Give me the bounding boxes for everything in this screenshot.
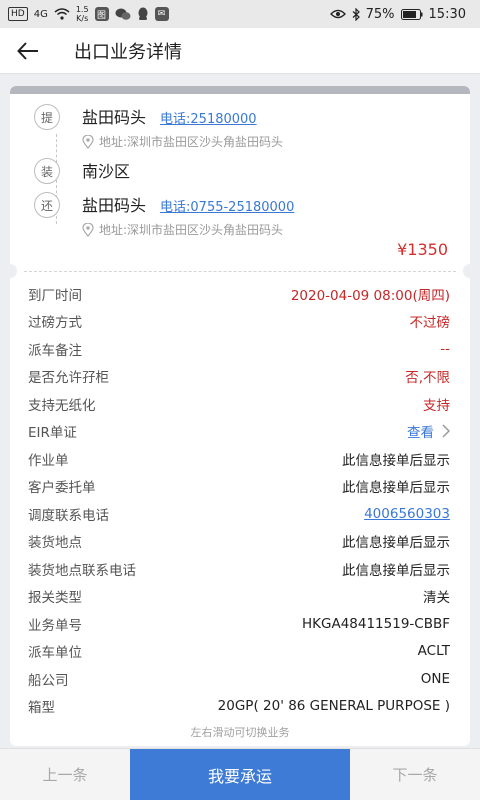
prev-order-button[interactable]: 上一条 [0, 749, 130, 800]
wechat-icon [115, 8, 131, 20]
route-section: 提 盐田码头 电话:25180000 地址:深圳市盐田区沙头角盐田码头 装 南沙… [10, 94, 470, 264]
detail-value: 20GP( 20' 86 GENERAL PURPOSE ) [217, 698, 450, 715]
detail-value[interactable]: 4006560303 [364, 506, 450, 522]
detail-label: 装货地点 [28, 535, 82, 552]
detail-label: 派车备注 [28, 342, 82, 359]
return-address: 地址:深圳市盐田区沙头角盐田码头 [99, 223, 284, 237]
pickup-phone-link[interactable]: 电话:25180000 [160, 108, 257, 127]
detail-label: 箱型 [28, 700, 55, 717]
detail-row: 报关类型 清关 [28, 583, 450, 611]
detail-label: 业务单号 [28, 617, 82, 634]
app-notification-icon: 图 [94, 7, 109, 21]
detail-list: 到厂时间 2020-04-09 08:00(周四) 过磅方式 不过磅派车备注 -- 是否允… [10, 280, 470, 720]
detail-label: 到厂时间 [28, 287, 82, 304]
qq-icon [138, 7, 148, 20]
title-bar: 出口业务详情 [0, 28, 480, 74]
chevron-right-icon [442, 424, 450, 438]
detail-row: 到厂时间 2020-04-09 08:00(周四) [28, 280, 450, 308]
detail-value: 此信息接单后显示 [342, 562, 450, 579]
return-stop: 还 盐田码头 电话:0755-25180000 地址:深圳市盐田区沙头角盐田码头 [34, 192, 294, 238]
battery-percent: 75% [365, 6, 395, 22]
detail-row: 作业单 此信息接单后显示 [28, 445, 450, 473]
detail-row[interactable]: 调度联系电话 4006560303 [28, 500, 450, 528]
load-stop: 装 南沙区 [34, 158, 130, 184]
detail-label: 装货地点联系电话 [28, 562, 136, 579]
detail-value: 此信息接单后显示 [342, 452, 450, 469]
wifi-icon [54, 8, 70, 20]
detail-value: -- [440, 340, 450, 357]
detail-row: 船公司 ONE [28, 665, 450, 693]
card-stack-edge [10, 86, 470, 94]
return-badge: 还 [34, 192, 60, 218]
bottom-action-bar: 上一条 我要承运 下一条 [0, 748, 480, 800]
card-divider [10, 264, 470, 280]
detail-row: 派车备注 -- [28, 335, 450, 363]
detail-row: 过磅方式 不过磅 [28, 308, 450, 336]
detail-row: 装货地点 此信息接单后显示 [28, 528, 450, 556]
battery-icon [400, 8, 423, 20]
load-name: 南沙区 [82, 162, 131, 181]
detail-row: 是否允许孖柜 否,不限 [28, 363, 450, 391]
detail-value: 查看 [407, 425, 434, 442]
swipe-hint: 左右滑动可切换业务 [190, 726, 290, 739]
network-indicator: 4G [33, 8, 48, 20]
back-arrow-icon [17, 41, 38, 60]
detail-value: 此信息接单后显示 [342, 480, 450, 497]
detail-value: HKGA48411519-CBBF [302, 615, 450, 632]
detail-label: 客户委托单 [28, 480, 96, 497]
eye-icon [329, 9, 346, 19]
detail-row: 装货地点联系电话 此信息接单后显示 [28, 555, 450, 583]
detail-label: 是否允许孖柜 [28, 370, 109, 387]
accept-order-button[interactable]: 我要承运 [130, 749, 350, 800]
next-order-button[interactable]: 下一条 [350, 749, 480, 800]
pickup-name: 盐田码头 [82, 108, 147, 127]
detail-value: 否,不限 [405, 370, 450, 387]
order-card[interactable]: 提 盐田码头 电话:25180000 地址:深圳市盐田区沙头角盐田码头 装 南沙… [10, 86, 470, 746]
detail-label: 报关类型 [28, 590, 82, 607]
pickup-stop: 提 盐田码头 电话:25180000 地址:深圳市盐田区沙头角盐田码头 [34, 104, 283, 150]
detail-value: ACLT [417, 643, 450, 660]
detail-label: 过磅方式 [28, 315, 82, 332]
eir-view-link[interactable]: 查看 [407, 421, 450, 441]
hd-indicator: HD [8, 7, 28, 21]
detail-label: 调度联系电话 [28, 507, 109, 524]
detail-label: 船公司 [28, 672, 69, 689]
page-title: 出口业务详情 [74, 41, 182, 63]
detail-value: 2020-04-09 08:00(周四) [290, 287, 450, 304]
detail-label: 作业单 [28, 452, 69, 469]
detail-row: 箱型 20GP( 20' 86 GENERAL PURPOSE ) [28, 693, 450, 721]
detail-label: 支持无纸化 [28, 397, 96, 414]
detail-row[interactable]: EIR单证 查看 [28, 418, 450, 446]
load-badge: 装 [34, 158, 60, 184]
detail-value: 清关 [423, 590, 450, 607]
detail-value: 此信息接单后显示 [342, 535, 450, 552]
order-price: ¥1350 [397, 240, 448, 259]
pickup-address: 地址:深圳市盐田区沙头角盐田码头 [99, 135, 284, 149]
detail-value: 支持 [423, 397, 450, 414]
clock: 15:30 [428, 6, 466, 22]
detail-value: 不过磅 [409, 315, 451, 332]
net-speed: 1.5 K/s [75, 5, 89, 23]
return-phone-link[interactable]: 电话:0755-25180000 [160, 196, 294, 215]
location-pin-icon [82, 134, 94, 149]
detail-label: EIR单证 [28, 425, 77, 442]
detail-row: 业务单号 HKGA48411519-CBBF [28, 610, 450, 638]
detail-row: 客户委托单 此信息接单后显示 [28, 473, 450, 501]
detail-row: 支持无纸化 支持 [28, 390, 450, 418]
back-button[interactable] [0, 28, 56, 74]
pickup-badge: 提 [34, 104, 60, 130]
detail-value: ONE [420, 670, 450, 687]
mail-icon: ✉ [154, 7, 169, 21]
location-pin-icon [82, 222, 94, 237]
bluetooth-icon [352, 7, 360, 21]
detail-label: 派车单位 [28, 645, 82, 662]
return-name: 盐田码头 [82, 196, 147, 215]
status-bar: HD 4G 1.5 K/s 图 ✉ 75% 15:30 [0, 0, 480, 28]
detail-row: 派车单位 ACLT [28, 638, 450, 666]
